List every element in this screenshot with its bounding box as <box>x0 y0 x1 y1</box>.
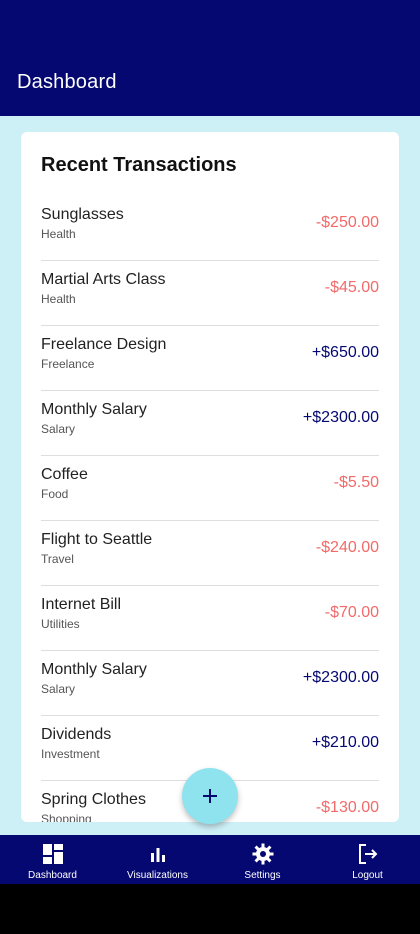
transaction-amount: +$2300.00 <box>302 409 379 426</box>
transaction-name: Coffee <box>41 466 88 483</box>
transaction-amount: -$250.00 <box>315 214 379 231</box>
app-bar: Dashboard <box>0 0 420 116</box>
app-screen: Dashboard Recent Transactions Sunglasses… <box>0 0 420 884</box>
transaction-row[interactable]: Coffee Food -$5.50 <box>41 456 379 521</box>
nav-item-settings[interactable]: Settings <box>210 835 315 884</box>
transaction-amount: -$70.00 <box>324 604 379 621</box>
bar-chart-icon <box>150 848 165 862</box>
transaction-row[interactable]: Flight to Seattle Travel -$240.00 <box>41 521 379 586</box>
transaction-name: Dividends <box>41 726 112 743</box>
transaction-category: Food <box>41 487 69 501</box>
nav-item-visualizations[interactable]: Visualizations <box>105 835 210 884</box>
logout-icon <box>358 844 377 864</box>
page-title: Dashboard <box>17 71 117 93</box>
transaction-row[interactable]: Internet Bill Utilities -$70.00 <box>41 586 379 651</box>
transaction-category: Freelance <box>41 357 95 371</box>
transaction-amount: +$2300.00 <box>302 669 379 686</box>
transaction-name: Monthly Salary <box>41 661 147 678</box>
transaction-name: Flight to Seattle <box>41 531 153 548</box>
transaction-name: Internet Bill <box>41 596 122 613</box>
transaction-category: Utilities <box>41 617 80 631</box>
transaction-name: Monthly Salary <box>41 401 147 418</box>
transaction-amount: -$240.00 <box>315 539 379 556</box>
transaction-amount: -$5.50 <box>333 474 379 491</box>
dashboard-icon <box>42 844 63 864</box>
transaction-amount: +$210.00 <box>311 734 379 751</box>
transaction-category: Health <box>41 227 76 241</box>
transaction-row[interactable]: Martial Arts Class Health -$45.00 <box>41 261 379 326</box>
nav-label-visualizations: Visualizations <box>127 870 188 881</box>
transaction-amount: +$650.00 <box>311 344 379 361</box>
transaction-category: Salary <box>41 422 76 436</box>
transaction-list: Sunglasses Health -$250.00 Martial Arts Cla… <box>41 196 379 822</box>
nav-label-logout: Logout <box>352 870 383 881</box>
transaction-amount: -$45.00 <box>324 279 379 296</box>
transaction-name: Sunglasses <box>41 206 124 223</box>
transaction-row[interactable]: Sunglasses Health -$250.00 <box>41 196 379 261</box>
recent-transactions-card: Recent Transactions Sunglasses Health -$25… <box>21 132 399 822</box>
nav-label-dashboard: Dashboard <box>28 870 77 881</box>
transaction-row[interactable]: Monthly Salary Salary +$2300.00 <box>41 651 379 716</box>
transaction-category: Shopping <box>41 812 92 822</box>
plus-icon <box>203 789 217 803</box>
transaction-row[interactable]: Monthly Salary Salary +$2300.00 <box>41 391 379 456</box>
nav-item-logout[interactable]: Logout <box>315 835 420 884</box>
gear-icon <box>252 843 273 865</box>
transaction-name: Freelance Design <box>41 336 167 353</box>
add-transaction-button[interactable] <box>182 768 238 824</box>
transaction-name: Spring Clothes <box>41 791 146 808</box>
transaction-amount: -$130.00 <box>315 799 379 816</box>
transaction-row[interactable]: Freelance Design Freelance +$650.00 <box>41 326 379 391</box>
transaction-category: Investment <box>41 747 100 761</box>
card-title: Recent Transactions <box>41 154 237 176</box>
system-bar <box>0 884 420 934</box>
transaction-name: Martial Arts Class <box>41 271 166 288</box>
transaction-category: Travel <box>41 552 74 566</box>
nav-item-dashboard[interactable]: Dashboard <box>0 835 105 884</box>
transaction-category: Salary <box>41 682 76 696</box>
transaction-category: Health <box>41 292 76 306</box>
nav-label-settings: Settings <box>244 870 281 881</box>
bottom-navigation: Dashboard Visualizations Settings Logout <box>0 835 420 884</box>
